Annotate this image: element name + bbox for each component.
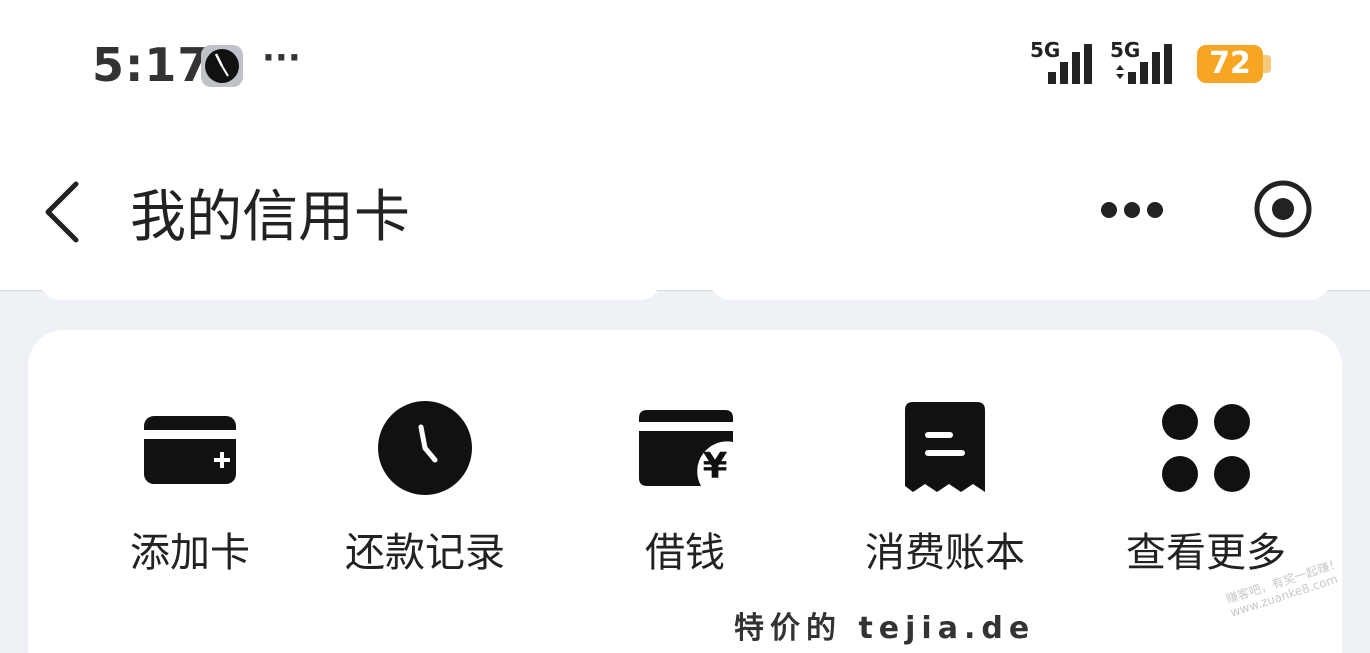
action-panel: 添加卡 还款记录 ¥ 借钱 消费账本 查看更多	[28, 330, 1342, 653]
grid-dots-icon	[1158, 400, 1254, 496]
battery-indicator: 72	[1197, 45, 1263, 83]
watermark-text: 特价的 tejia.de	[734, 611, 1036, 646]
card-peek-right	[710, 280, 1330, 300]
status-bar: 5:17 ··· 5G 5G 72	[0, 0, 1370, 130]
add-card-icon	[142, 400, 238, 496]
battery-level: 72	[1209, 46, 1251, 81]
status-time: 5:17	[92, 38, 211, 92]
borrow-money-button[interactable]: ¥ 借钱	[575, 390, 795, 580]
view-more-button[interactable]: 查看更多	[1096, 390, 1316, 580]
add-card-button[interactable]: 添加卡	[80, 390, 300, 580]
card-peek-left	[40, 280, 660, 300]
repayment-record-button[interactable]: 还款记录	[315, 390, 535, 580]
expense-ledger-button[interactable]: 消费账本	[835, 390, 1055, 580]
action-label: 添加卡	[130, 530, 250, 576]
svg-text:¥: ¥	[702, 446, 727, 487]
receipt-icon	[897, 400, 993, 496]
page-title: 我的信用卡	[130, 185, 410, 250]
battery-cap	[1263, 55, 1271, 73]
card-yuan-icon: ¥	[637, 400, 733, 496]
chevron-left-icon[interactable]	[40, 180, 84, 248]
clock-app-icon	[200, 44, 244, 92]
target-icon[interactable]	[1252, 178, 1314, 244]
more-horizontal-icon[interactable]	[1100, 200, 1164, 224]
action-label: 查看更多	[1126, 530, 1286, 576]
navigation-bar: 我的信用卡	[0, 130, 1370, 291]
status-more-indicator: ···	[262, 38, 301, 78]
action-label: 借钱	[645, 530, 725, 576]
action-label: 还款记录	[345, 530, 505, 576]
clock-icon	[377, 400, 473, 496]
action-label: 消费账本	[865, 530, 1025, 576]
